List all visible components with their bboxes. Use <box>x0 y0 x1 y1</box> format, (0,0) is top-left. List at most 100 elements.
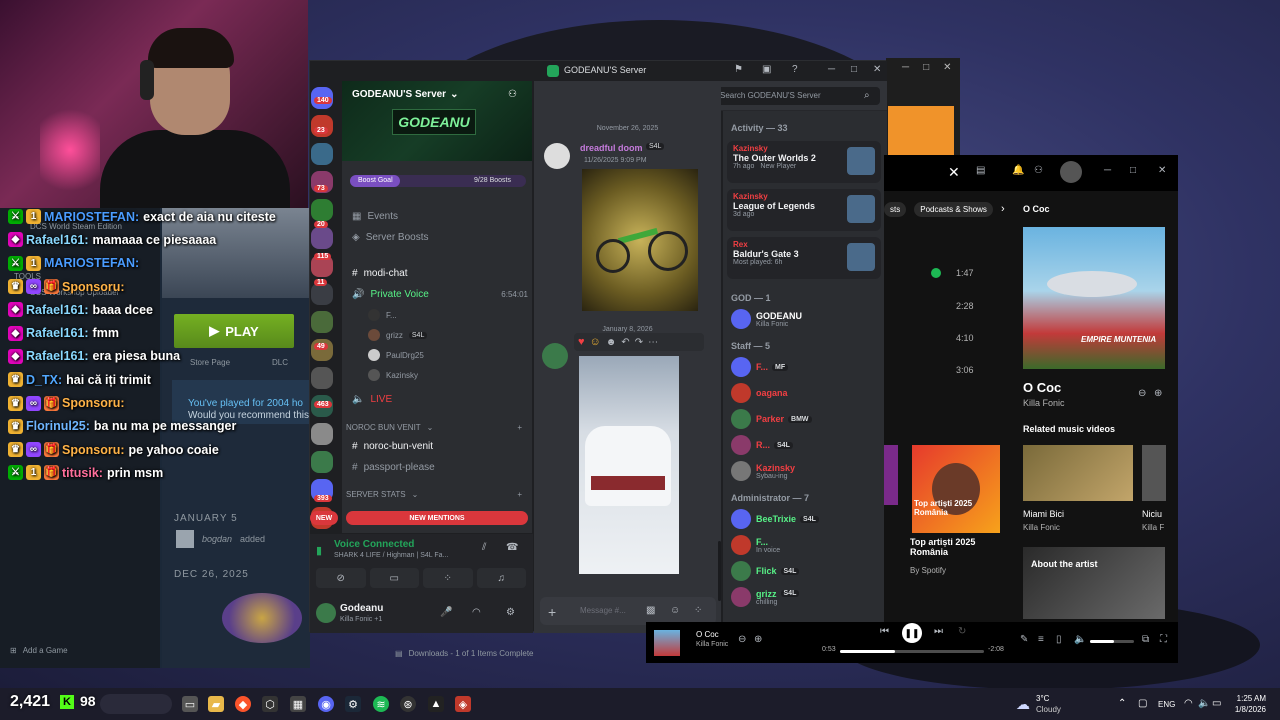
maximize-icon[interactable]: □ <box>851 64 857 75</box>
add-icon[interactable]: ⊕ <box>1154 388 1162 399</box>
member-item[interactable]: Parker BMW <box>731 409 881 429</box>
member-item[interactable]: grizz S4L chilling <box>731 587 881 607</box>
member-item[interactable]: R... S4L <box>731 435 881 455</box>
discord-taskbar-icon[interactable]: ◉ <box>318 696 334 712</box>
add-reaction-icon[interactable]: ☻ <box>606 337 617 348</box>
previous-icon[interactable]: ⏮ <box>880 626 889 637</box>
member-item[interactable]: F... MF <box>731 357 881 377</box>
channel-live[interactable]: 🔈 LIVE <box>352 394 528 405</box>
camera-off-icon[interactable]: ⊘ <box>316 568 366 588</box>
member-item[interactable]: Flick S4L <box>731 561 881 581</box>
track-artist[interactable]: Killa Fonic <box>1023 398 1065 408</box>
server-icon[interactable] <box>311 199 333 221</box>
battery-icon[interactable]: ▭ <box>1212 698 1221 709</box>
message-composer[interactable]: + Message #... ▩ ☺ ⁘ <box>540 597 716 625</box>
now-playing-artist[interactable]: Killa Fonic <box>696 641 728 648</box>
miniplayer-icon[interactable]: ⧉ <box>1142 634 1149 645</box>
channel-modi-chat[interactable]: # modi-chat <box>352 268 528 279</box>
microphone-icon[interactable]: 🎤 <box>440 607 452 618</box>
chevron-right-icon[interactable]: › <box>1001 203 1005 215</box>
filter-chip[interactable]: sts <box>884 201 907 217</box>
forward-icon[interactable]: ↷ <box>635 337 643 348</box>
emoji-icon[interactable]: ☺ <box>670 605 680 616</box>
tray-app-icon[interactable]: ▢ <box>1138 698 1147 709</box>
attachment-image-car[interactable] <box>579 356 679 574</box>
queue-icon[interactable]: ≡ <box>1038 634 1044 645</box>
server-icon[interactable] <box>311 451 333 473</box>
plus-icon[interactable]: + <box>517 423 522 432</box>
activity-card[interactable]: Kazinsky League of Legends 3d ago <box>727 189 881 231</box>
scrollbar[interactable] <box>718 541 721 601</box>
server-icon[interactable] <box>311 227 333 249</box>
server-icon[interactable] <box>311 423 333 445</box>
server-boosts-item[interactable]: ◈ Server Boosts <box>352 232 528 243</box>
minimize-icon[interactable]: ─ <box>828 64 835 75</box>
weather-temp[interactable]: 3°C <box>1036 694 1049 703</box>
member-item[interactable]: GODEANU Killa Fonic <box>731 309 881 329</box>
message-avatar[interactable] <box>542 343 568 369</box>
clock-date[interactable]: 1/8/2026 <box>1230 705 1266 714</box>
about-artist-card[interactable]: About the artist <box>1023 547 1165 619</box>
taskbar-search[interactable] <box>100 694 172 714</box>
track-title[interactable]: O Coc <box>1023 380 1061 395</box>
next-icon[interactable]: ⏭ <box>934 626 943 637</box>
connect-device-icon[interactable]: ▯ <box>1056 634 1062 645</box>
settings-gear-icon[interactable]: ⚙ <box>506 607 515 618</box>
video-title[interactable]: Niciu <box>1142 509 1178 519</box>
server-icon[interactable] <box>311 311 333 333</box>
filter-chip[interactable]: Podcasts & Shows <box>914 201 993 217</box>
heart-reaction-icon[interactable]: ♥ <box>578 336 585 348</box>
server-icon[interactable] <box>311 143 333 165</box>
friend-name[interactable]: bogdan <box>202 534 232 544</box>
now-playing-art[interactable] <box>654 630 680 656</box>
background-window[interactable]: ─ □ ✕ <box>886 58 960 158</box>
volume-slider[interactable] <box>1090 640 1134 643</box>
queue-icon[interactable]: ▤ <box>976 165 985 176</box>
attachment-image-bike[interactable] <box>582 169 698 311</box>
member-item[interactable]: Kazinsky Sybau-ing <box>731 461 881 481</box>
playlist-title[interactable]: Top artiști 2025 România <box>910 537 990 557</box>
weather-desc[interactable]: Cloudy <box>1036 705 1061 714</box>
member-item[interactable]: BeeTrixie S4L <box>731 509 881 529</box>
channel-noroc-bun-venit[interactable]: # noroc-bun-venit <box>352 441 528 452</box>
close-icon[interactable]: ✕ <box>1158 165 1166 176</box>
remove-icon[interactable]: ⊖ <box>1138 388 1146 399</box>
pause-button[interactable]: ❚❚ <box>902 623 922 643</box>
plus-icon[interactable]: + <box>517 490 522 499</box>
video-thumbnail[interactable] <box>1023 445 1133 501</box>
album-art[interactable]: EMPIRE MUNTENIA <box>1023 227 1165 369</box>
screen-icon[interactable]: ▣ <box>762 64 771 75</box>
apps-icon[interactable]: ⁘ <box>694 605 702 616</box>
server-name-header[interactable]: GODEANU'S Server ⌄ <box>352 89 458 100</box>
more-icon[interactable]: ⋯ <box>648 337 658 348</box>
volume-icon[interactable]: 🔈 <box>1074 634 1086 645</box>
member-item[interactable]: F... In voice <box>731 535 881 555</box>
activity-card[interactable]: Rex Baldur's Gate 3 Most played: 6h <box>727 237 881 279</box>
progress-bar[interactable] <box>840 650 984 653</box>
gift-icon[interactable]: ▩ <box>646 605 655 616</box>
saved-check-icon[interactable] <box>931 268 941 278</box>
category-server-stats[interactable]: SERVER STATS ⌄ + <box>346 490 522 499</box>
fullscreen-icon[interactable]: ⛶ <box>1160 634 1167 645</box>
activities-icon[interactable]: ⁘ <box>423 568 473 588</box>
reply-icon[interactable]: ↶ <box>621 337 629 348</box>
noise-suppression-icon[interactable]: ⫽ <box>482 542 486 553</box>
server-icon[interactable] <box>311 283 333 305</box>
user-avatar[interactable] <box>316 603 336 623</box>
boost-goal-bar[interactable]: Boost Goal 9/28 Boosts <box>350 175 526 187</box>
message-avatar[interactable] <box>544 143 570 169</box>
screen-share-icon[interactable]: ▭ <box>369 568 419 588</box>
category-noroc[interactable]: NOROC BUN VENIT ⌄ + <box>346 423 522 432</box>
smile-reaction-icon[interactable]: ☺ <box>590 336 601 348</box>
new-mentions-bar[interactable]: NEW MENTIONS <box>346 511 528 525</box>
close-icon[interactable]: ✕ <box>943 62 951 73</box>
add-icon[interactable]: ⊕ <box>754 634 762 645</box>
wifi-icon[interactable]: ◠ <box>1184 698 1193 709</box>
maximize-icon[interactable]: □ <box>923 62 929 73</box>
volume-icon[interactable]: 🔈 <box>1198 698 1210 709</box>
voice-channel-name[interactable]: SHARK 4 LIFE / Highman | S4L Fa... <box>334 552 448 559</box>
disconnect-icon[interactable]: ☎ <box>506 542 518 553</box>
server-icon[interactable] <box>311 367 333 389</box>
add-member-icon[interactable]: ⚇ <box>508 89 517 100</box>
message-author[interactable]: dreadful doom <box>580 143 643 153</box>
